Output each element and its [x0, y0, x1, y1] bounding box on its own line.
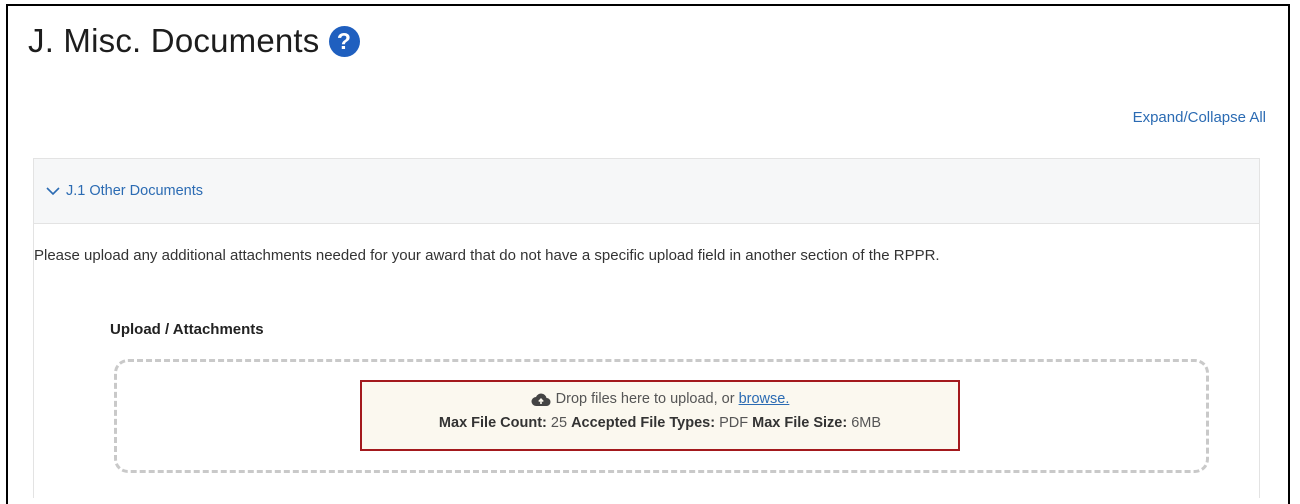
expand-collapse-all-link[interactable]: Expand/Collapse All: [1133, 109, 1266, 126]
section-header-label: J.1 Other Documents: [66, 183, 203, 199]
page-title: J. Misc. Documents ?: [28, 22, 360, 60]
max-file-count-label: Max File Count:: [438, 415, 547, 431]
dropzone-prompt: Drop files here to upload, or: [555, 391, 735, 407]
cloud-upload-icon: [531, 393, 551, 406]
browse-link[interactable]: browse.: [739, 391, 790, 407]
section-panel: J.1 Other Documents Please upload any ad…: [33, 158, 1260, 498]
page-frame: J. Misc. Documents ? Expand/Collapse All…: [6, 4, 1290, 504]
dropzone-info-highlight: Drop files here to upload, or browse. Ma…: [360, 380, 960, 451]
section-instructions: Please upload any additional attachments…: [34, 247, 940, 264]
file-dropzone[interactable]: Drop files here to upload, or browse. Ma…: [114, 359, 1209, 473]
max-file-size-value: 6MB: [851, 415, 882, 431]
upload-attachments-label: Upload / Attachments: [110, 321, 264, 338]
accepted-file-types-value: PDF: [719, 415, 749, 431]
max-file-size-label: Max File Size:: [752, 415, 848, 431]
accepted-file-types-label: Accepted File Types:: [571, 415, 716, 431]
page-title-text: J. Misc. Documents: [28, 22, 320, 59]
question-circle-icon[interactable]: ?: [328, 25, 360, 57]
section-header[interactable]: J.1 Other Documents: [34, 159, 1259, 224]
max-file-count-value: 25: [550, 415, 568, 431]
dropzone-limits: Max File Count: 25 Accepted File Types: …: [362, 415, 958, 431]
dropzone-prompt-row: Drop files here to upload, or browse.: [362, 391, 958, 407]
chevron-down-icon: [46, 187, 60, 196]
